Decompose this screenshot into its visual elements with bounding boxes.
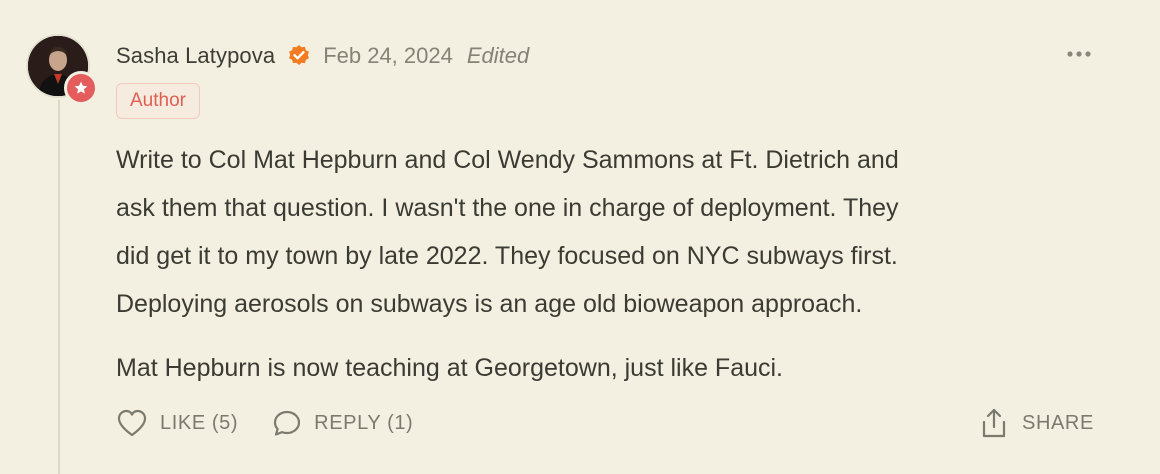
comment-paragraph: Write to Col Mat Hepburn and Col Wendy S…: [116, 136, 1116, 328]
like-button[interactable]: LIKE (5): [116, 408, 238, 438]
share-button[interactable]: SHARE: [980, 404, 1094, 442]
share-label: SHARE: [1022, 411, 1094, 434]
author-badge: Author: [116, 83, 200, 119]
reply-count-label: REPLY (1): [314, 411, 414, 434]
comment-paragraph: Mat Hepburn is now teaching at Georgetow…: [116, 344, 1116, 392]
like-count-label: LIKE (5): [160, 411, 239, 434]
comment-date[interactable]: Feb 24, 2024: [323, 43, 453, 69]
comment-line: Mat Hepburn is now teaching at Georgetow…: [116, 354, 784, 382]
thread-line: [58, 100, 60, 474]
author-star-icon: [64, 71, 98, 105]
more-dots-icon: [1067, 51, 1091, 57]
comment-line: ask them that question. I wasn't the one…: [116, 194, 899, 222]
comment-header: Sasha Latypova Feb 24, 2024 Edited: [116, 40, 529, 72]
comment-actions: LIKE (5) REPLY (1): [116, 404, 413, 442]
comment-line: Write to Col Mat Hepburn and Col Wendy S…: [116, 146, 899, 174]
reply-button[interactable]: REPLY (1): [272, 408, 413, 438]
comment-body: Write to Col Mat Hepburn and Col Wendy S…: [116, 136, 1116, 392]
edited-label: Edited: [466, 43, 530, 68]
author-name[interactable]: Sasha Latypova: [116, 43, 275, 69]
share-icon: [982, 408, 1006, 438]
comment-line: did get it to my town by late 2022. They…: [116, 242, 898, 270]
speech-bubble-icon: [274, 410, 301, 436]
comment-line: Deploying aerosols on subways is an age …: [116, 290, 863, 318]
heart-icon: [117, 409, 147, 437]
more-options-button[interactable]: [1062, 40, 1096, 68]
verified-badge-icon: [287, 44, 311, 68]
